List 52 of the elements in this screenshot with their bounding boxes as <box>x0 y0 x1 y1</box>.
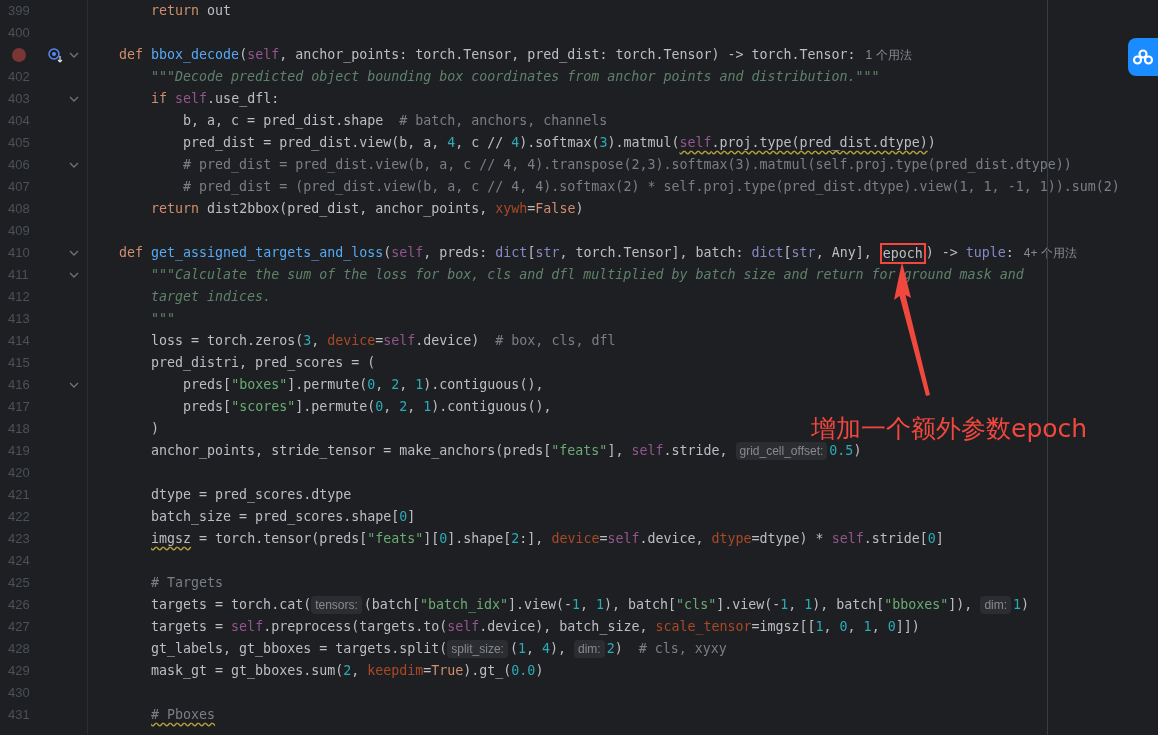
cloud-app-button[interactable] <box>1128 38 1158 76</box>
code-text: b, a, c = pred_dist.shape # batch, anchors, channels <box>182 112 608 131</box>
code-text: return dist2bbox(pred_dist, anchor_points, xywh=False) <box>150 200 584 219</box>
chevron-icon[interactable] <box>69 382 79 388</box>
inlay-hint: dim: <box>980 596 1012 614</box>
code-text: dtype = pred_scores.dtype <box>150 486 352 505</box>
cloud-icon <box>1132 49 1154 65</box>
code-text: target indices. <box>150 288 272 307</box>
code-text: ) <box>150 420 160 439</box>
code-text: (1, 4), <box>509 640 567 659</box>
code-text: preds["scores"].permute(0, 2, 1).contiguous(), <box>182 398 552 417</box>
annotation-text: 增加一个额外参数epoch <box>811 413 1088 444</box>
usage-count[interactable]: 1 个用法 <box>865 46 912 64</box>
code-text: # Pboxes <box>150 706 216 725</box>
code-text: imgsz = torch.tensor(preds["feats"][0].shape[2:], device=self.device, dtype=dtype) * self.stride[0] <box>150 530 944 549</box>
code-text: # pred_dist = pred_dist.view(b, a, c // 4, 4).transpose(2,3).softmax(3).matmul(self.proj.type(pred_dist.dtype)) <box>182 156 1072 175</box>
chevron-icon[interactable] <box>69 96 79 102</box>
code-text: (batch["batch_idx"].view(-1, 1), batch["cls"].view(-1, 1), batch["bboxes"]), <box>363 596 974 615</box>
code-text: # pred_dist = (pred_dist.view(b, a, c // 4, 4).softmax(2) * self.proj.type(pred_dist.dtype).view(1, 1, -1, 1)).sum(2) <box>182 178 1120 197</box>
code-text: 1) <box>1013 596 1030 615</box>
chevron-icon[interactable] <box>69 52 79 58</box>
code-text: mask_gt = gt_bboxes.sum(2, keepdim=True).gt_(0.0) <box>150 662 544 681</box>
code-text: # Targets <box>150 574 224 593</box>
code-text: if self.use_dfl: <box>150 90 280 109</box>
inlay-hint: dim: <box>574 640 605 658</box>
highlight-box: epoch <box>879 242 926 264</box>
code-text: 0.5) <box>829 442 862 461</box>
chevron-icon[interactable] <box>69 250 79 256</box>
code-text: pred_distri, pred_scores = ( <box>150 354 376 373</box>
code-text: anchor_points, stride_tensor = make_anchors(preds["feats"], self.stride, <box>150 442 729 461</box>
code-text: def get_assigned_targets_and_loss(self, preds: dict[str, torch.Tensor], batch: dict[str, Any], <box>118 244 873 263</box>
chevron-icon[interactable] <box>69 162 79 168</box>
inlay-hint: grid_cell_offset: <box>735 442 828 460</box>
chevron-icon[interactable] <box>69 272 79 278</box>
code-text: """Decode predicted object bounding box coordinates from anchor points and distribution.""" <box>150 68 880 87</box>
code-text: targets = torch.cat( <box>150 596 312 615</box>
code-text: return out <box>150 2 232 21</box>
code-text: preds["boxes"].permute(0, 2, 1).contiguous(), <box>182 376 544 395</box>
inlay-hint: split_size: <box>447 640 508 658</box>
code-text: def bbox_decode(self, anchor_points: torch.Tensor, pred_dist: torch.Tensor) -> torch.Tensor: <box>118 46 856 65</box>
breakpoint-marker[interactable] <box>12 48 26 62</box>
code-text: """ <box>150 310 176 329</box>
usage-count[interactable]: 4+ 个用法 <box>1023 244 1077 262</box>
code-text: loss = torch.zeros(3, device=self.device) # box, cls, dfl <box>150 332 616 351</box>
code-text: targets = self.preprocess(targets.to(self.device), batch_size, scale_tensor=imgsz[[1, 0, 1, 0]]) <box>150 618 920 637</box>
code-text: ) -> tuple: <box>925 244 1014 263</box>
code-text: 2) # cls, xyxy <box>606 640 727 659</box>
override-icon[interactable] <box>48 47 63 63</box>
inlay-hint: tensors: <box>311 596 362 614</box>
code-text: pred_dist = pred_dist.view(b, a, 4, c // 4).softmax(3).matmul(self.proj.type(pred_dist.dtype)) <box>182 134 936 153</box>
code-text: batch_size = pred_scores.shape[0] <box>150 508 416 527</box>
code-text: gt_labels, gt_bboxes = targets.split( <box>150 640 448 659</box>
